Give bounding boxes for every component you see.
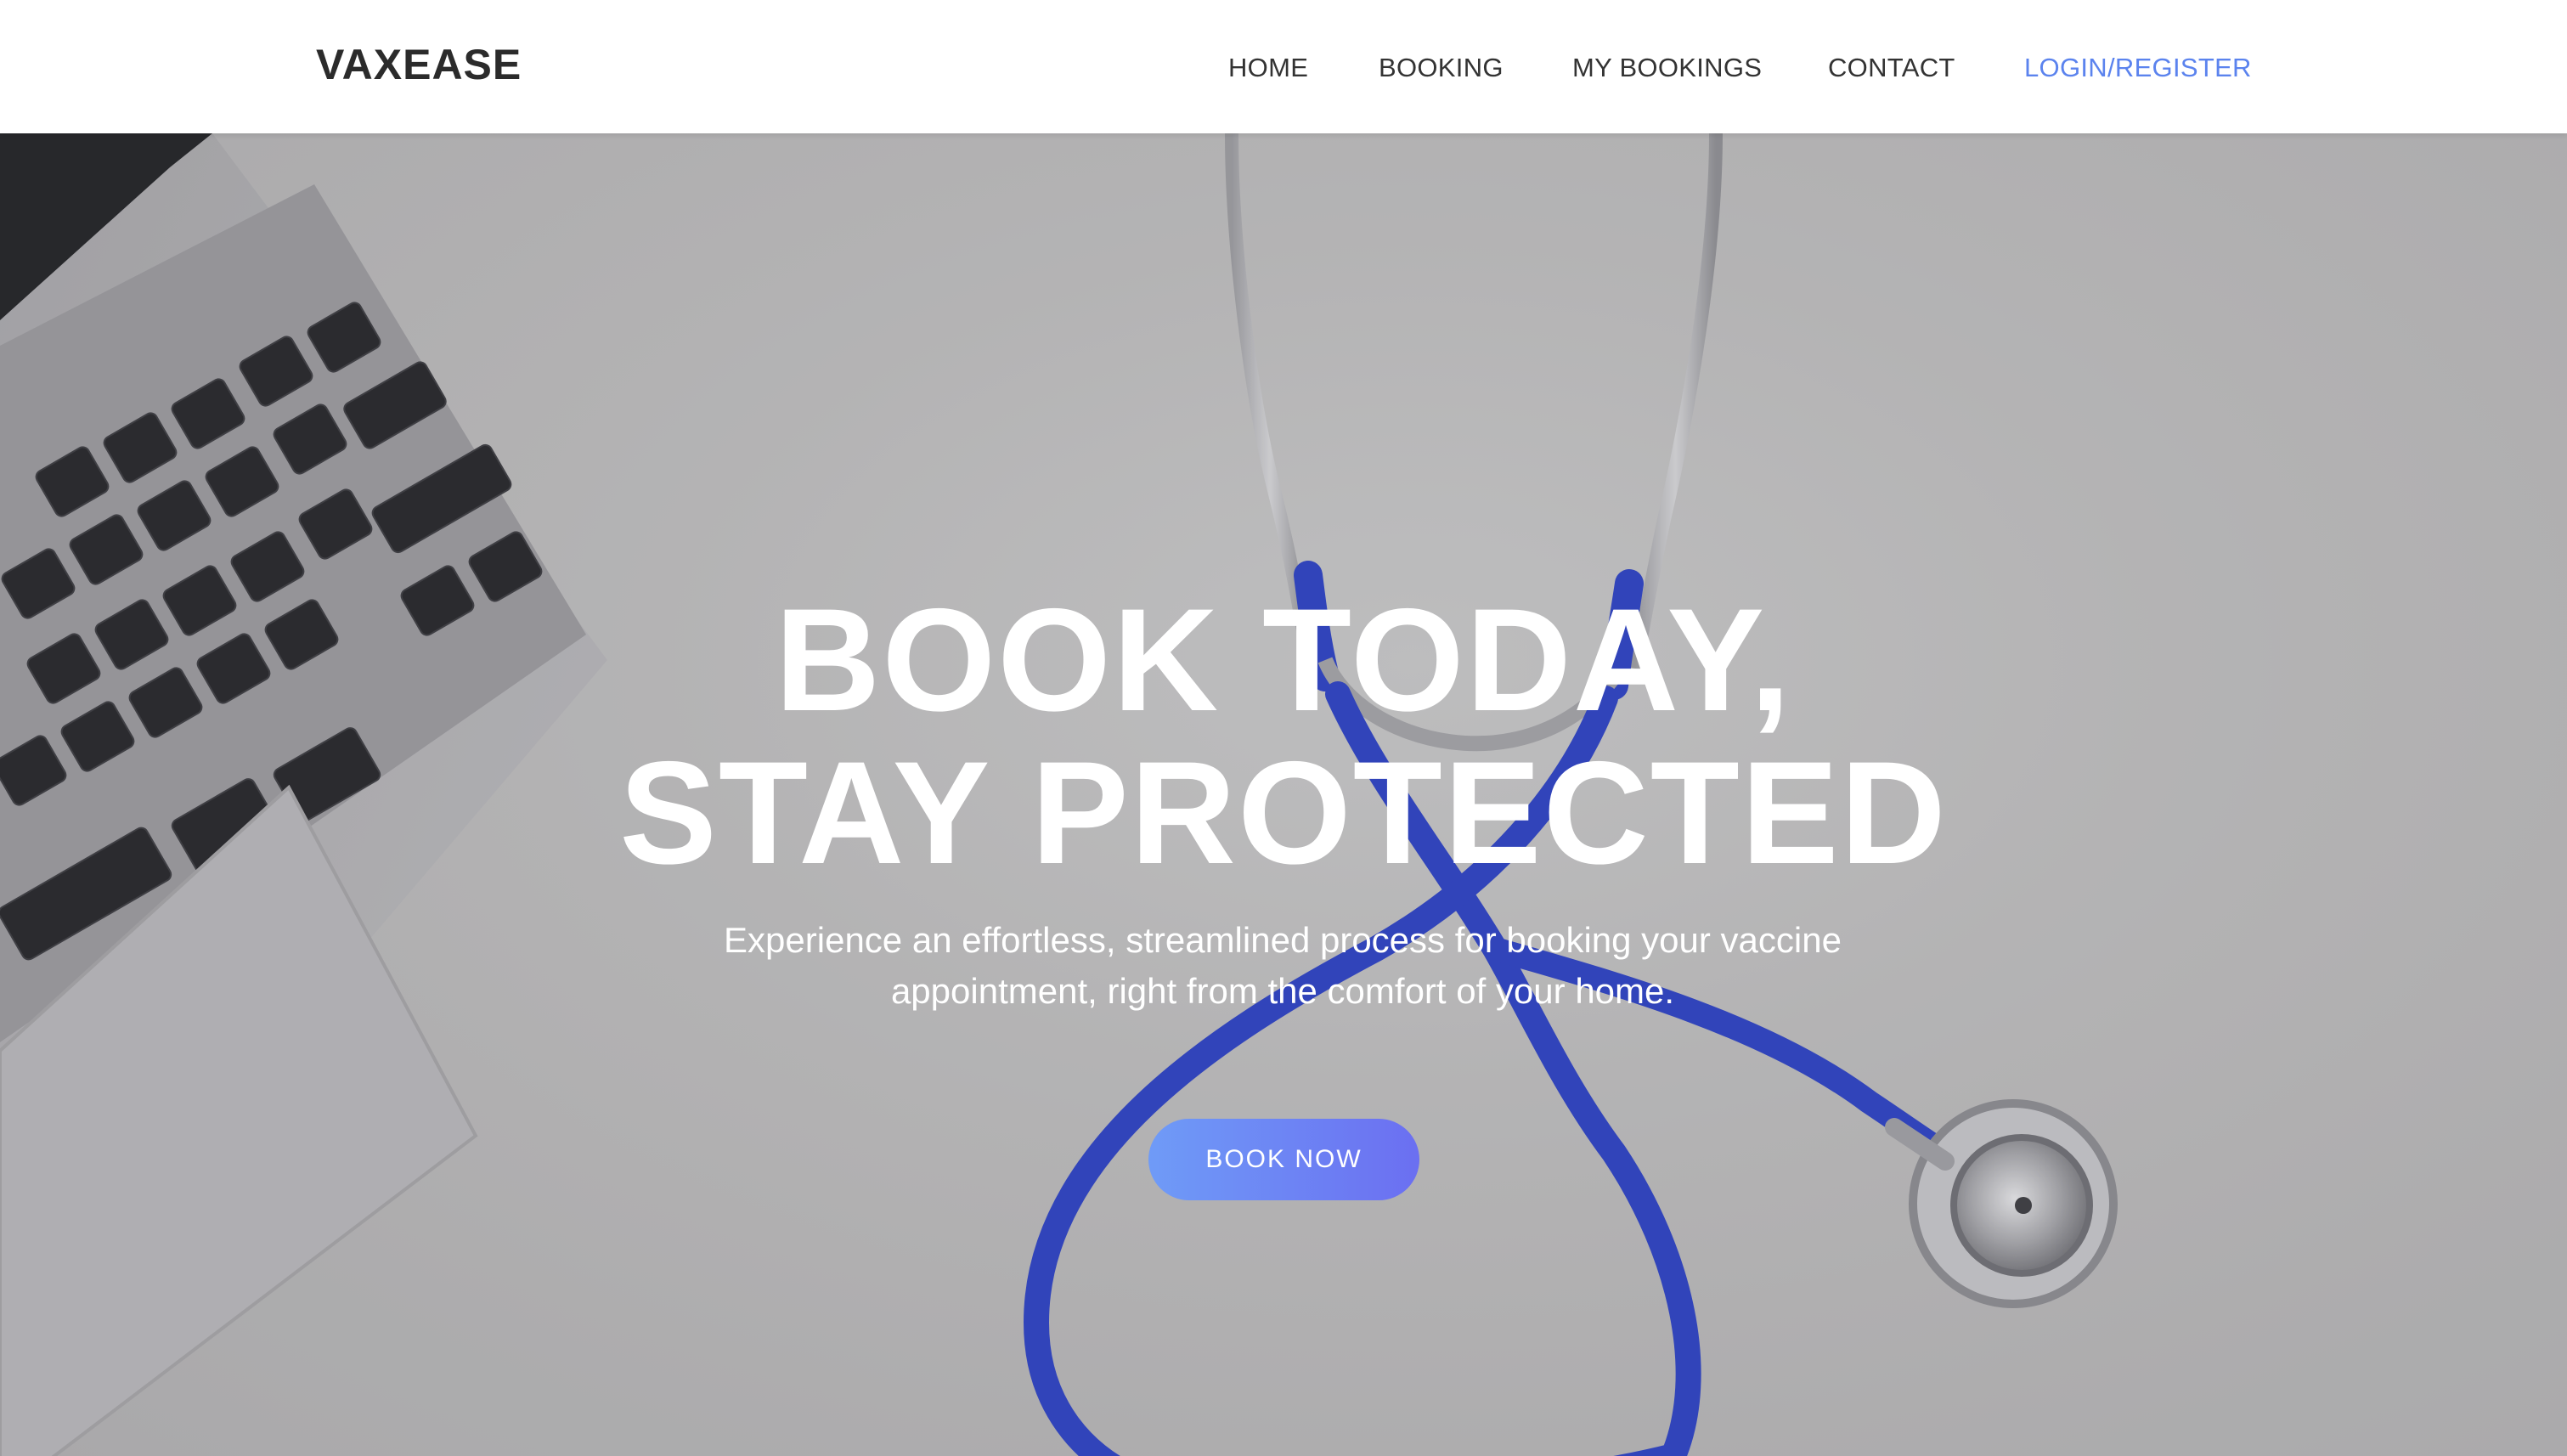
hero-headline-line2: STAY PROTECTED xyxy=(619,731,1948,894)
hero-section: BOOK TODAY, STAY PROTECTED Experience an… xyxy=(0,133,2567,1456)
nav-contact-link[interactable]: CONTACT xyxy=(1828,49,1955,87)
hero-subtext: Experience an effortless, streamlined pr… xyxy=(724,920,1842,1011)
hero-headline-line1: BOOK TODAY, xyxy=(775,578,1792,742)
nav-my-bookings-link[interactable]: MY BOOKINGS xyxy=(1572,49,1762,87)
landing-page: VAXEASE HOME BOOKING MY BOOKINGS CONTACT… xyxy=(0,0,2567,1456)
hero-content: BOOK TODAY, STAY PROTECTED Experience an… xyxy=(0,133,2567,1456)
brand-logo[interactable]: VAXEASE xyxy=(316,39,522,90)
top-navbar: VAXEASE HOME BOOKING MY BOOKINGS CONTACT… xyxy=(0,0,2567,133)
nav-home-link[interactable]: HOME xyxy=(1228,49,1308,87)
book-now-button[interactable]: BOOK NOW xyxy=(1148,1119,1419,1200)
nav-booking-link[interactable]: BOOKING xyxy=(1379,49,1504,87)
nav-login-register-link[interactable]: LOGIN/REGISTER xyxy=(2024,49,2252,87)
